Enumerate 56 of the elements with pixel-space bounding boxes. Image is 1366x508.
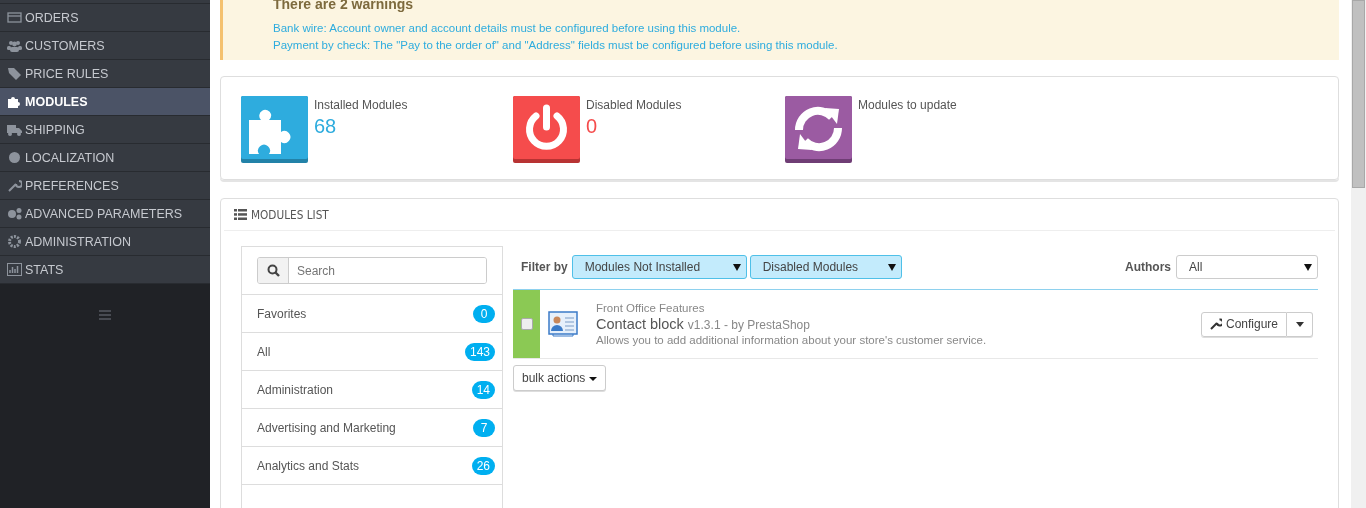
- sidebar-item[interactable]: CUSTOMERS: [0, 32, 210, 60]
- sidebar-item[interactable]: PREFERENCES: [0, 172, 210, 200]
- module-category: Front Office Features: [596, 302, 706, 314]
- filter-label: Filter by: [521, 260, 568, 274]
- sidebar-item[interactable]: MODULES: [0, 88, 210, 116]
- sidebar-item[interactable]: ORDERS: [0, 4, 210, 32]
- menu-icon[interactable]: [99, 310, 111, 320]
- puzzle-icon: [241, 96, 308, 163]
- dropdown-button[interactable]: [1287, 311, 1313, 337]
- panel-title: MODULES LIST: [251, 207, 329, 222]
- stat-value: 0: [586, 115, 599, 138]
- category-item[interactable]: Favorites 0: [242, 295, 502, 333]
- wrench-icon: [7, 179, 22, 192]
- truck-icon: [7, 123, 22, 136]
- contact-card-icon: [548, 311, 578, 337]
- list-icon: [234, 209, 247, 220]
- card-icon: [7, 11, 22, 24]
- count-badge: 7: [473, 418, 495, 437]
- authors-label: Authors: [1125, 260, 1171, 274]
- sidebar-item[interactable]: ADMINISTRATION: [0, 228, 210, 256]
- count-badge: 0: [473, 304, 495, 323]
- scrollbar-thumb[interactable]: [1352, 0, 1365, 188]
- count-badge: 14: [471, 380, 495, 399]
- stat-label: Disabled Modules: [586, 98, 682, 112]
- sidebar-item[interactable]: STATS: [0, 256, 210, 284]
- users-icon: [7, 39, 22, 52]
- refresh-icon: [785, 96, 852, 163]
- bar-chart-icon: [7, 263, 22, 276]
- count-badge: 143: [464, 342, 495, 361]
- module-description: Allows you to add additional information about your store's customer service.: [596, 334, 988, 346]
- stat-value: 68: [314, 115, 338, 138]
- authors-select[interactable]: All: [1176, 255, 1318, 279]
- sidebar-item[interactable]: PRICE RULES: [0, 60, 210, 88]
- power-icon: [513, 96, 580, 163]
- bulk-actions-button[interactable]: bulk actions: [513, 365, 606, 391]
- puzzle-icon: [7, 95, 22, 108]
- category-item[interactable]: Administration 14: [242, 371, 502, 409]
- tag-icon: [7, 67, 22, 80]
- stat-label: Installed Modules: [314, 98, 408, 112]
- count-badge: 26: [471, 456, 495, 475]
- checkbox[interactable]: [520, 318, 533, 330]
- filter-select[interactable]: Disabled Modules: [749, 255, 902, 279]
- sidebar-item[interactable]: SHIPPING: [0, 116, 210, 144]
- wrench-icon: [1209, 318, 1222, 330]
- sidebar-item[interactable]: ADVANCED PARAMETERS: [0, 200, 210, 228]
- search-field[interactable]: Search: [257, 257, 487, 284]
- category-item[interactable]: Analytics and Stats 26: [242, 447, 502, 485]
- search-icon: [266, 264, 280, 277]
- category-item[interactable]: Advertising and Marketing 7: [242, 409, 502, 447]
- module-version: v1.3.1 - by PrestaShop: [687, 318, 810, 332]
- stat-label: Modules to update: [858, 98, 957, 112]
- module-name: Contact block: [596, 316, 684, 332]
- category-item[interactable]: All 143: [242, 333, 502, 371]
- filter-select[interactable]: Modules Not Installed: [571, 255, 747, 279]
- sidebar-item[interactable]: LOCALIZATION: [0, 144, 210, 172]
- configure-button[interactable]: Configure: [1200, 311, 1287, 337]
